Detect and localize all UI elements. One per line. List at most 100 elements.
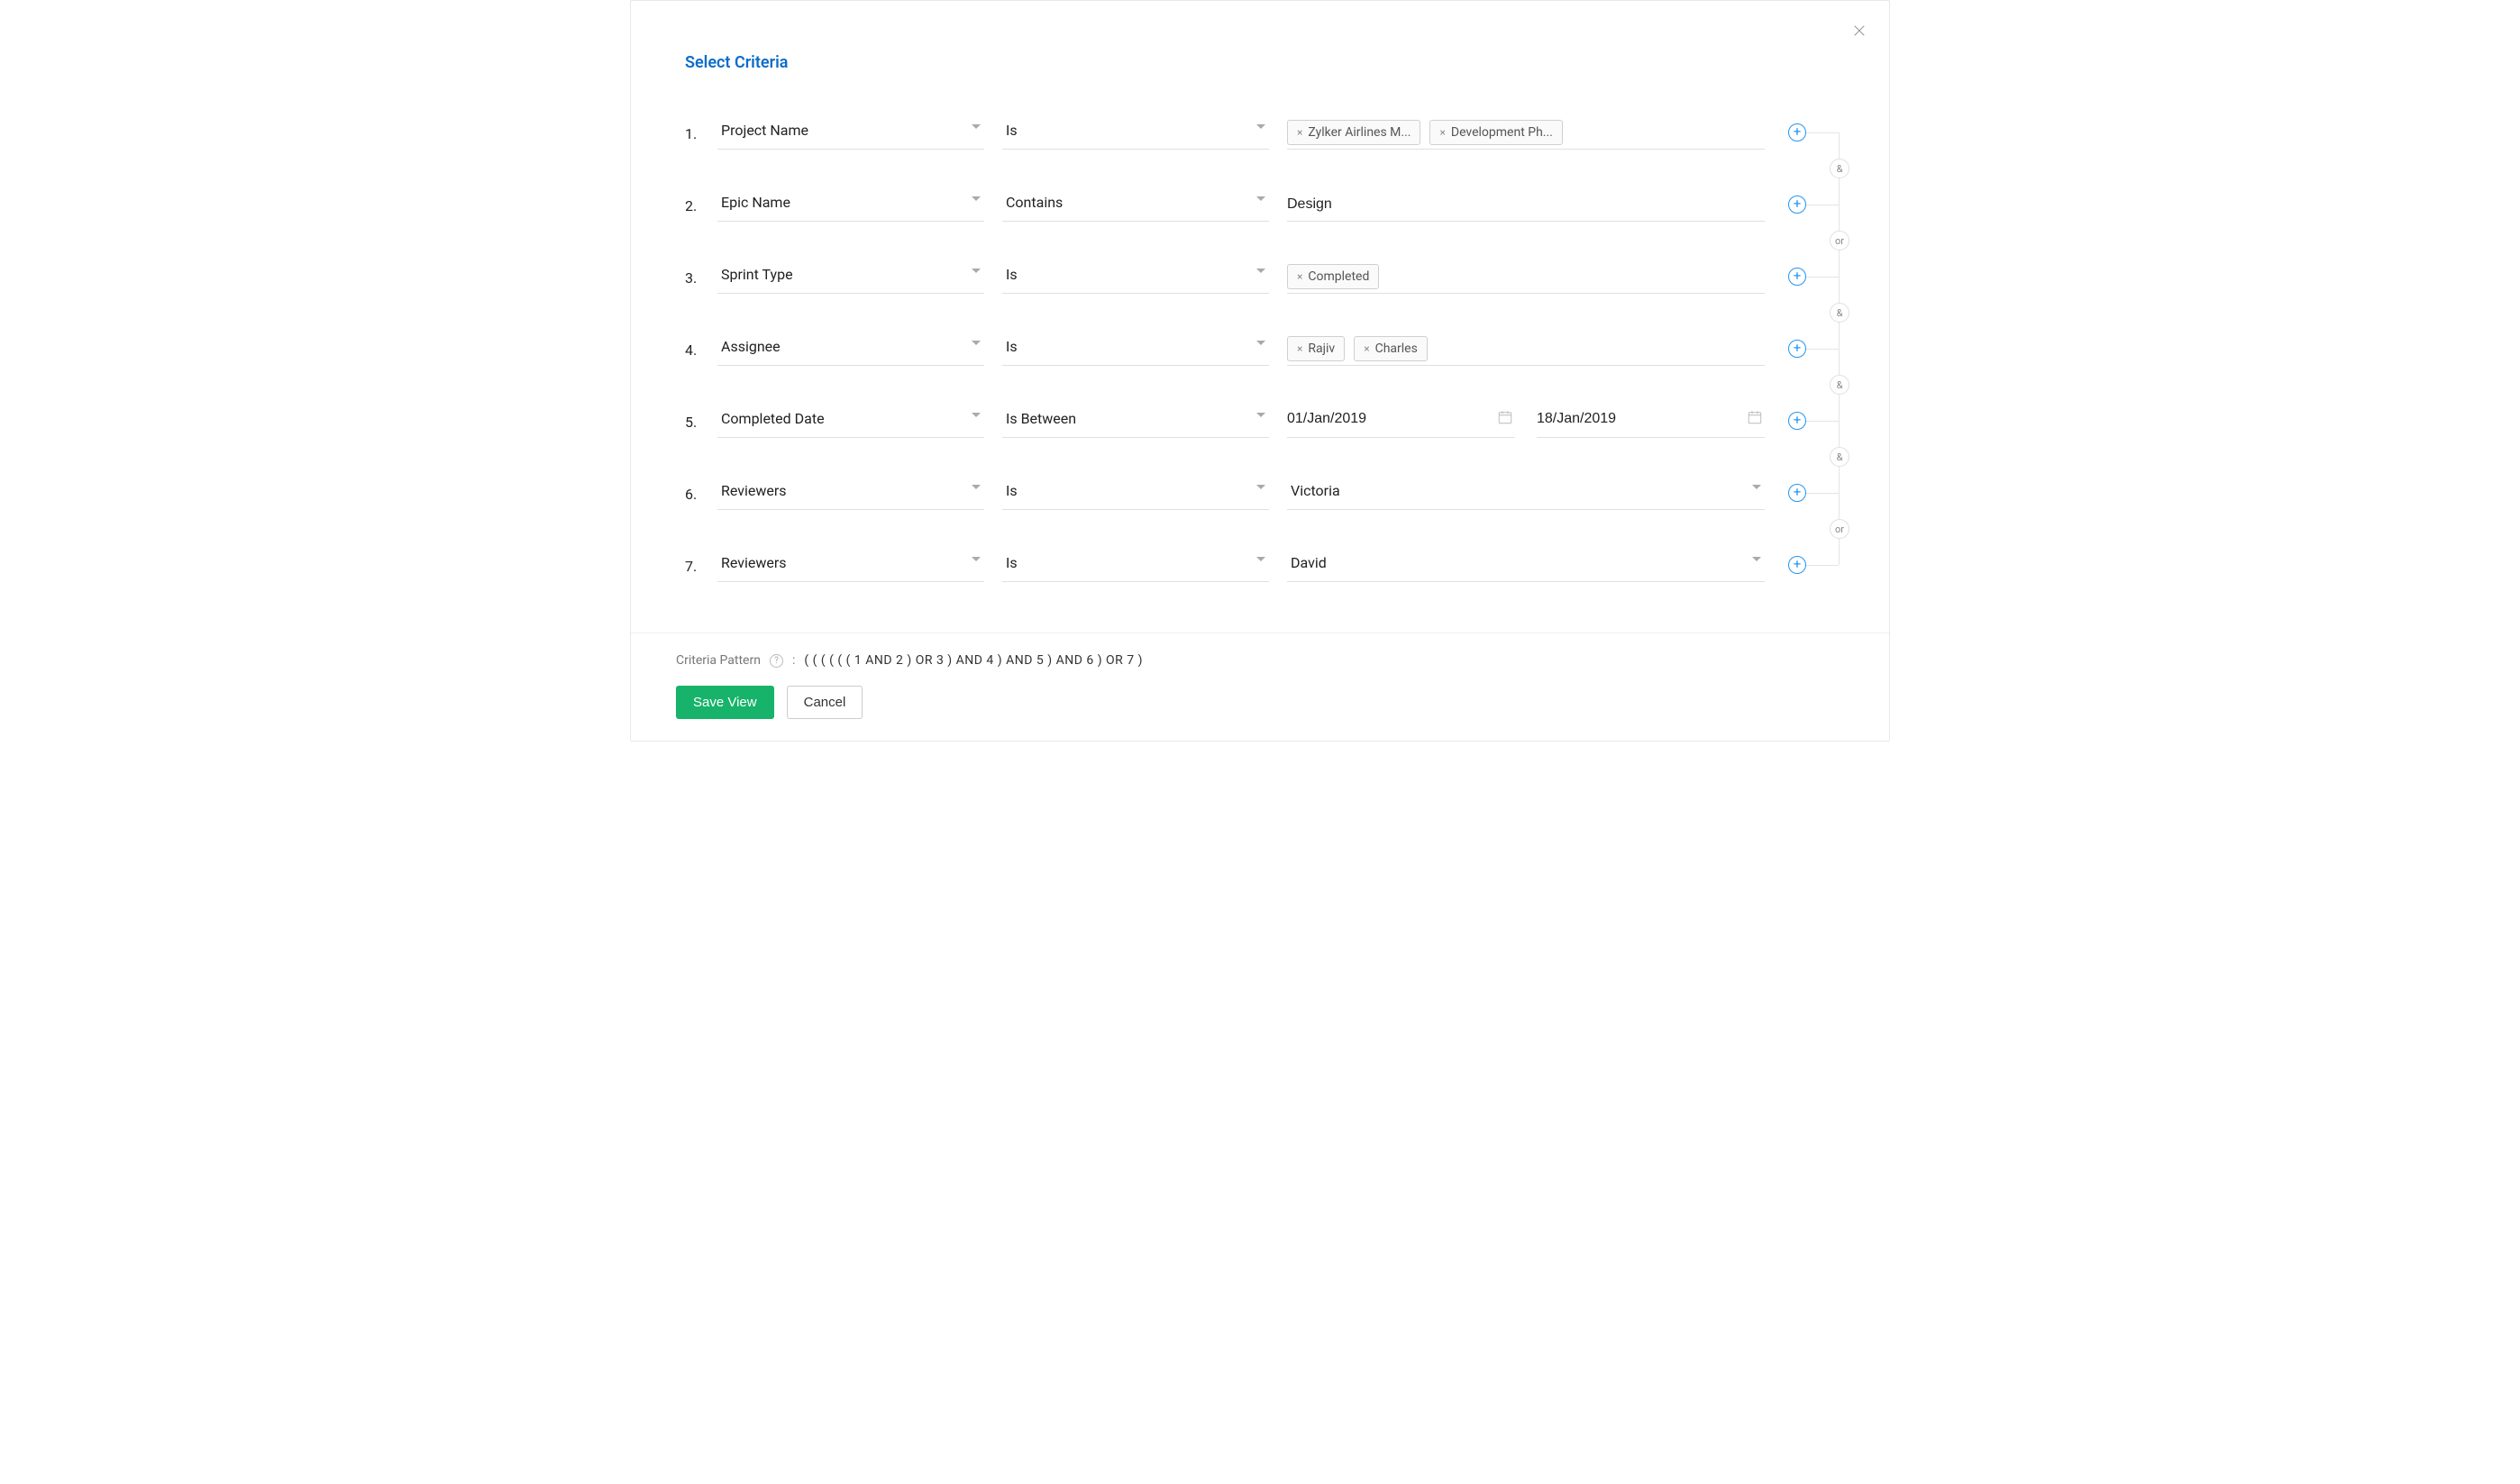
logic-operator-pill[interactable]: &	[1830, 159, 1849, 178]
chip[interactable]: ×Zylker Airlines M...	[1287, 120, 1420, 145]
chevron-down-icon	[1256, 196, 1265, 201]
row-index: 4.	[685, 341, 717, 359]
add-criteria-button[interactable]: +	[1788, 484, 1806, 502]
chip-label: Development Ph...	[1451, 125, 1553, 140]
chip[interactable]: × Rajiv	[1287, 336, 1345, 361]
value-select[interactable]: David	[1287, 550, 1765, 582]
field-select[interactable]: Reviewers	[717, 550, 984, 582]
field-label: Project Name	[721, 122, 808, 139]
criteria-row: 5.Completed DateIs Between	[685, 386, 1835, 458]
value-label: David	[1291, 554, 1327, 571]
colon: :	[792, 653, 795, 668]
close-button[interactable]	[1851, 23, 1867, 42]
connector-hline	[1806, 277, 1839, 278]
add-criteria-button[interactable]: +	[1788, 556, 1806, 574]
field-select[interactable]: Epic Name	[717, 189, 984, 222]
chip[interactable]: × Development Ph...	[1429, 120, 1562, 145]
chevron-down-icon	[972, 485, 981, 489]
save-view-button[interactable]: Save View	[676, 686, 774, 719]
connector-hline	[1806, 132, 1839, 133]
field-label: Epic Name	[721, 194, 790, 211]
connector-hline	[1806, 421, 1839, 422]
value-select-wrap: David	[1287, 550, 1765, 582]
field-select[interactable]: Reviewers	[717, 478, 984, 510]
value-input[interactable]	[1287, 196, 1765, 213]
value-select-wrap: Victoria	[1287, 478, 1765, 510]
chip-remove-icon[interactable]: ×	[1297, 127, 1302, 138]
row-index: 6.	[685, 486, 717, 503]
date-from[interactable]	[1287, 405, 1515, 438]
close-icon	[1851, 23, 1867, 39]
field-select[interactable]: Sprint Type	[717, 261, 984, 294]
add-criteria-button[interactable]: +	[1788, 268, 1806, 286]
chevron-down-icon	[1256, 485, 1265, 489]
field-select[interactable]: Completed Date	[717, 405, 984, 438]
chip[interactable]: ×Charles	[1354, 336, 1428, 361]
add-criteria-button[interactable]: +	[1788, 123, 1806, 141]
chevron-down-icon	[972, 341, 981, 345]
add-criteria-button[interactable]: +	[1788, 340, 1806, 358]
chevron-down-icon	[1256, 341, 1265, 345]
calendar-icon[interactable]	[1747, 409, 1763, 429]
logic-operator-pill[interactable]: &	[1830, 375, 1849, 395]
criteria-pattern-row: Criteria Pattern ? : ( ( ( ( ( ( 1 AND 2…	[676, 653, 1844, 668]
date-input[interactable]	[1537, 411, 1765, 427]
chevron-down-icon	[1256, 413, 1265, 417]
connector-hline	[1806, 493, 1839, 494]
plus-icon: +	[1794, 341, 1802, 355]
operator-label: Is	[1006, 338, 1018, 355]
criteria-row: 4.Assignee Is × Rajiv ×Charles	[685, 314, 1835, 386]
chevron-down-icon	[1256, 557, 1265, 561]
field-label: Reviewers	[721, 482, 787, 499]
chip-remove-icon[interactable]: ×	[1297, 271, 1302, 282]
chevron-down-icon	[972, 269, 981, 273]
logic-operator-pill[interactable]: &	[1830, 447, 1849, 467]
operator-select[interactable]: Is	[1002, 261, 1269, 294]
chevron-down-icon	[1256, 124, 1265, 129]
chevron-down-icon	[1752, 485, 1761, 489]
chip-remove-icon[interactable]: ×	[1364, 343, 1369, 354]
operator-select[interactable]: Is	[1002, 333, 1269, 366]
chevron-down-icon	[1752, 557, 1761, 561]
modal-title: Select Criteria	[631, 1, 1889, 72]
field-label: Completed Date	[721, 410, 825, 427]
plus-icon: +	[1794, 197, 1802, 211]
operator-label: Contains	[1006, 194, 1063, 211]
button-row: Save View Cancel	[676, 686, 1844, 719]
logic-operator-pill[interactable]: &	[1830, 303, 1849, 323]
criteria-row: 6.Reviewers Is Victoria	[685, 458, 1835, 530]
logic-operator-pill[interactable]: or	[1830, 519, 1849, 539]
add-criteria-button[interactable]: +	[1788, 196, 1806, 214]
field-label: Reviewers	[721, 554, 787, 571]
value-chips[interactable]: ×Completed	[1287, 261, 1765, 294]
help-icon[interactable]: ?	[770, 654, 783, 668]
plus-icon: +	[1794, 125, 1802, 139]
operator-select[interactable]: Is	[1002, 478, 1269, 510]
value-chips[interactable]: ×Zylker Airlines M...×Development Ph...	[1287, 117, 1765, 150]
date-input[interactable]	[1287, 411, 1515, 427]
value-select[interactable]: Victoria	[1287, 478, 1765, 510]
operator-label: Is	[1006, 554, 1018, 571]
chevron-down-icon	[972, 196, 981, 201]
criteria-row: 7.ReviewersIsDavid	[685, 530, 1835, 602]
cancel-button[interactable]: Cancel	[787, 686, 863, 719]
operator-select[interactable]: Is	[1002, 550, 1269, 582]
chip-remove-icon[interactable]: ×	[1297, 343, 1302, 354]
chip-label: Rajiv	[1308, 341, 1335, 356]
chip[interactable]: ×Completed	[1287, 264, 1379, 289]
field-select[interactable]: Assignee	[717, 333, 984, 366]
operator-select[interactable]: Contains	[1002, 189, 1269, 222]
criteria-row: 3.Sprint TypeIs×Completed	[685, 241, 1835, 314]
operator-select[interactable]: Is Between	[1002, 405, 1269, 438]
value-daterange	[1287, 405, 1765, 438]
value-chips[interactable]: × Rajiv ×Charles	[1287, 333, 1765, 366]
chip-remove-icon[interactable]: ×	[1439, 127, 1445, 138]
chevron-down-icon	[972, 124, 981, 129]
calendar-icon[interactable]	[1497, 409, 1513, 429]
operator-select[interactable]: Is	[1002, 117, 1269, 150]
field-label: Assignee	[721, 338, 781, 355]
add-criteria-button[interactable]: +	[1788, 412, 1806, 430]
logic-operator-pill[interactable]: or	[1830, 231, 1849, 250]
date-to[interactable]	[1537, 405, 1765, 438]
field-select[interactable]: Project Name	[717, 117, 984, 150]
